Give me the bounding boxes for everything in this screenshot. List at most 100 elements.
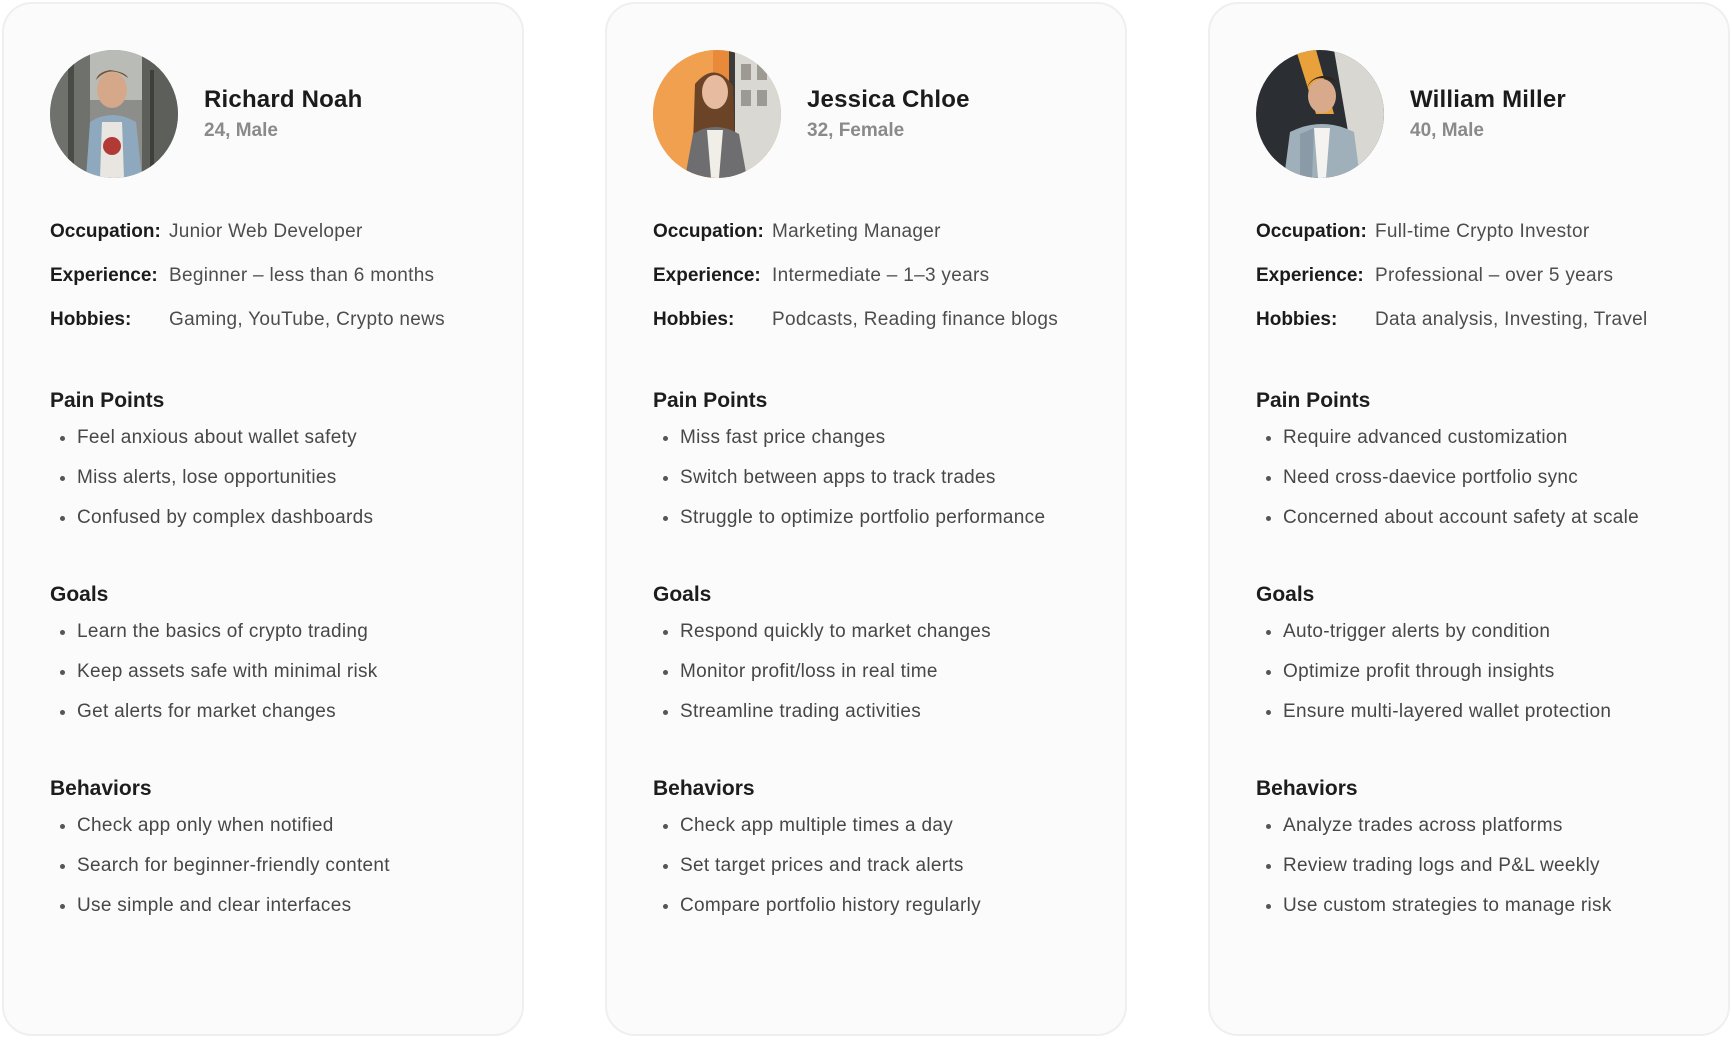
bullet-list: Miss fast price changes Switch between a… [653, 426, 1105, 546]
list-item: Require advanced customization [1256, 426, 1708, 466]
detail-label: Hobbies: [1256, 309, 1338, 330]
list-item: Search for beginner-friendly content [50, 854, 502, 894]
persona-header: William Miller 40, Male [1256, 50, 1708, 178]
list-item: Analyze trades across platforms [1256, 814, 1708, 854]
list-item: Respond quickly to market changes [653, 620, 1105, 660]
section-title: Pain Points [1256, 389, 1371, 412]
list-item: Learn the basics of crypto trading [50, 620, 502, 660]
list-item: Streamline trading activities [653, 700, 1105, 740]
detail-hobbies: Hobbies: Data analysis, Investing, Trave… [1256, 308, 1708, 352]
persona-name: Richard Noah [204, 86, 363, 113]
list-item: Compare portfolio history regularly [653, 894, 1105, 934]
detail-value: Podcasts, Reading finance blogs [772, 309, 1059, 330]
avatar [1256, 50, 1384, 178]
persona-age-gender: 24, Male [204, 120, 278, 141]
detail-label: Experience: [50, 265, 158, 286]
section-title: Goals [653, 583, 712, 606]
detail-value: Data analysis, Investing, Travel [1375, 309, 1648, 330]
list-item: Check app only when notified [50, 814, 502, 854]
bullet-list: Check app only when notified Search for … [50, 814, 502, 934]
persona-age-gender: 40, Male [1410, 120, 1484, 141]
persona-age-gender: 32, Female [807, 120, 905, 141]
detail-label: Occupation: [653, 221, 764, 242]
bullet-list: Require advanced customization Need cros… [1256, 426, 1708, 546]
detail-experience: Experience: Beginner – less than 6 month… [50, 264, 502, 308]
persona-details: Occupation: Junior Web Developer Experie… [50, 220, 502, 352]
section-goals: Goals Learn the basics of crypto trading… [50, 582, 502, 740]
persona-card-content: Jessica Chloe 32, Female Occupation: Mar… [653, 50, 1105, 934]
persona-details: Occupation: Full-time Crypto Investor Ex… [1256, 220, 1708, 352]
detail-label: Occupation: [1256, 221, 1367, 242]
section-title: Pain Points [653, 389, 768, 412]
persona-card-content: Richard Noah 24, Male Occupation: Junior… [50, 50, 502, 934]
detail-occupation: Occupation: Marketing Manager [653, 220, 1105, 264]
detail-experience: Experience: Professional – over 5 years [1256, 264, 1708, 308]
list-item: Keep assets safe with minimal risk [50, 660, 502, 700]
list-item: Struggle to optimize portfolio performan… [653, 506, 1105, 546]
avatar-photo [653, 50, 781, 178]
detail-hobbies: Hobbies: Gaming, YouTube, Crypto news [50, 308, 502, 352]
list-item: Review trading logs and P&L weekly [1256, 854, 1708, 894]
detail-label: Hobbies: [653, 309, 735, 330]
section-behaviors: Behaviors Check app only when notified S… [50, 776, 502, 934]
list-item: Miss fast price changes [653, 426, 1105, 466]
section-title: Behaviors [653, 777, 755, 800]
list-item: Confused by complex dashboards [50, 506, 502, 546]
list-item: Need cross-daevice portfolio sync [1256, 466, 1708, 506]
section-title: Behaviors [50, 777, 152, 800]
bullet-list: Check app multiple times a day Set targe… [653, 814, 1105, 934]
list-item: Use simple and clear interfaces [50, 894, 502, 934]
avatar [50, 50, 178, 178]
list-item: Switch between apps to track trades [653, 466, 1105, 506]
persona-identity: Jessica Chloe 32, Female [807, 86, 970, 142]
detail-label: Experience: [1256, 265, 1364, 286]
detail-value: Full-time Crypto Investor [1375, 221, 1590, 242]
persona-cards: Richard Noah 24, Male Occupation: Junior… [2, 2, 1730, 1036]
section-behaviors: Behaviors Analyze trades across platform… [1256, 776, 1708, 934]
bullet-list: Learn the basics of crypto trading Keep … [50, 620, 502, 740]
list-item: Check app multiple times a day [653, 814, 1105, 854]
list-item: Optimize profit through insights [1256, 660, 1708, 700]
list-item: Set target prices and track alerts [653, 854, 1105, 894]
list-item: Get alerts for market changes [50, 700, 502, 740]
avatar [653, 50, 781, 178]
persona-name: Jessica Chloe [807, 86, 970, 113]
persona-card-content: William Miller 40, Male Occupation: Full… [1256, 50, 1708, 934]
list-item: Feel anxious about wallet safety [50, 426, 502, 466]
persona-header: Richard Noah 24, Male [50, 50, 502, 178]
section-title: Pain Points [50, 389, 165, 412]
persona-name: William Miller [1410, 86, 1566, 113]
detail-label: Experience: [653, 265, 761, 286]
detail-value: Gaming, YouTube, Crypto news [169, 309, 445, 330]
avatar-photo [1256, 50, 1384, 178]
detail-value: Intermediate – 1–3 years [772, 265, 990, 286]
detail-value: Professional – over 5 years [1375, 265, 1614, 286]
bullet-list: Auto-trigger alerts by condition Optimiz… [1256, 620, 1708, 740]
avatar-photo [50, 50, 178, 178]
section-pain-points: Pain Points Require advanced customizati… [1256, 388, 1708, 546]
section-title: Goals [50, 583, 109, 606]
section-title: Behaviors [1256, 777, 1358, 800]
list-item: Miss alerts, lose opportunities [50, 466, 502, 506]
section-pain-points: Pain Points Feel anxious about wallet sa… [50, 388, 502, 546]
detail-label: Occupation: [50, 221, 161, 242]
persona-details: Occupation: Marketing Manager Experience… [653, 220, 1105, 352]
detail-label: Hobbies: [50, 309, 132, 330]
persona-card: Richard Noah 24, Male Occupation: Junior… [2, 2, 524, 1036]
bullet-list: Analyze trades across platforms Review t… [1256, 814, 1708, 934]
detail-value: Junior Web Developer [169, 221, 363, 242]
list-item: Auto-trigger alerts by condition [1256, 620, 1708, 660]
section-title: Goals [1256, 583, 1315, 606]
persona-identity: Richard Noah 24, Male [204, 86, 362, 142]
list-item: Concerned about account safety at scale [1256, 506, 1708, 546]
detail-experience: Experience: Intermediate – 1–3 years [653, 264, 1105, 308]
list-item: Use custom strategies to manage risk [1256, 894, 1708, 934]
detail-hobbies: Hobbies: Podcasts, Reading finance blogs [653, 308, 1105, 352]
list-item: Monitor profit/loss in real time [653, 660, 1105, 700]
bullet-list: Feel anxious about wallet safety Miss al… [50, 426, 502, 546]
persona-header: Jessica Chloe 32, Female [653, 50, 1105, 178]
persona-card: Jessica Chloe 32, Female Occupation: Mar… [605, 2, 1127, 1036]
detail-value: Marketing Manager [772, 221, 941, 242]
section-pain-points: Pain Points Miss fast price changes Swit… [653, 388, 1105, 546]
list-item: Ensure multi-layered wallet protection [1256, 700, 1708, 740]
